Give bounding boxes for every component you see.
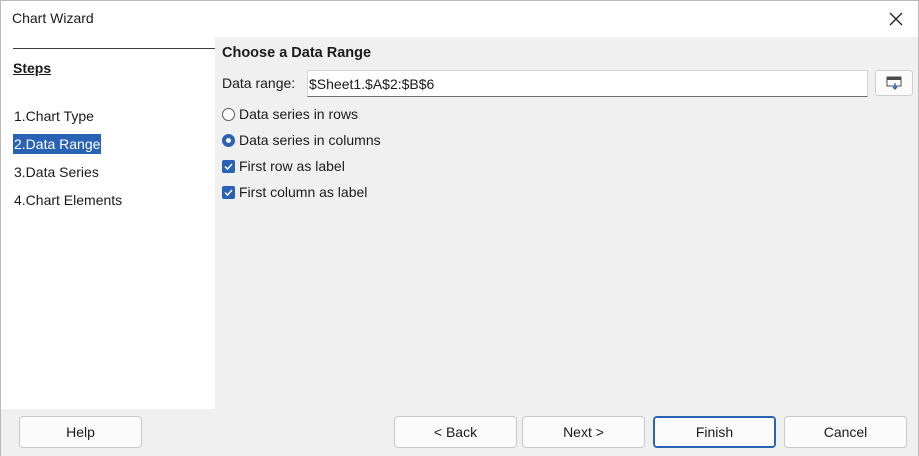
- series-in-rows-option[interactable]: Data series in rows: [222, 106, 358, 122]
- data-range-label: Data range:: [222, 75, 296, 91]
- series-in-columns-option[interactable]: Data series in columns: [222, 132, 381, 148]
- check-icon: [224, 188, 233, 196]
- title-bar: Chart Wizard: [1, 1, 918, 37]
- first-row-label-text: First row as label: [239, 158, 345, 174]
- first-column-label-checkbox[interactable]: [222, 185, 235, 199]
- step-data-range[interactable]: 2.Data Range: [13, 134, 102, 154]
- first-row-label-option[interactable]: First row as label: [222, 158, 345, 174]
- data-range-input[interactable]: [307, 70, 868, 97]
- first-row-label-checkbox[interactable]: [222, 159, 235, 173]
- step-chart-elements[interactable]: 4.Chart Elements: [13, 190, 123, 210]
- data-range-panel: Choose a Data Range Data range: Data ser…: [215, 37, 918, 409]
- close-icon: [889, 12, 903, 26]
- panel-title: Choose a Data Range: [222, 45, 372, 61]
- button-bar: Help < Back Next > Finish Cancel: [1, 409, 918, 456]
- first-column-label-option[interactable]: First column as label: [222, 184, 367, 200]
- steps-sidebar: Steps 1.Chart Type 2.Data Range 3.Data S…: [1, 37, 215, 409]
- cancel-button[interactable]: Cancel: [784, 416, 907, 448]
- steps-divider: [13, 48, 215, 49]
- window-title: Chart Wizard: [12, 10, 94, 26]
- steps-heading: Steps: [13, 60, 52, 76]
- step-chart-type[interactable]: 1.Chart Type: [13, 106, 95, 126]
- shrink-range-icon: [886, 76, 902, 90]
- close-button[interactable]: [874, 1, 918, 37]
- check-icon: [224, 162, 233, 170]
- series-in-rows-label: Data series in rows: [239, 106, 359, 122]
- back-button[interactable]: < Back: [394, 416, 517, 448]
- finish-button[interactable]: Finish: [653, 416, 776, 448]
- help-button[interactable]: Help: [19, 416, 142, 448]
- series-in-columns-label: Data series in columns: [239, 132, 381, 148]
- chart-wizard-dialog: Chart Wizard Steps 1.Chart Type 2.Data R…: [0, 0, 919, 456]
- step-data-series[interactable]: 3.Data Series: [13, 162, 100, 182]
- series-in-columns-radio[interactable]: [222, 133, 235, 147]
- first-column-label-text: First column as label: [239, 184, 368, 200]
- next-button[interactable]: Next >: [522, 416, 645, 448]
- series-in-rows-radio[interactable]: [222, 107, 235, 121]
- shrink-range-button[interactable]: [875, 70, 913, 96]
